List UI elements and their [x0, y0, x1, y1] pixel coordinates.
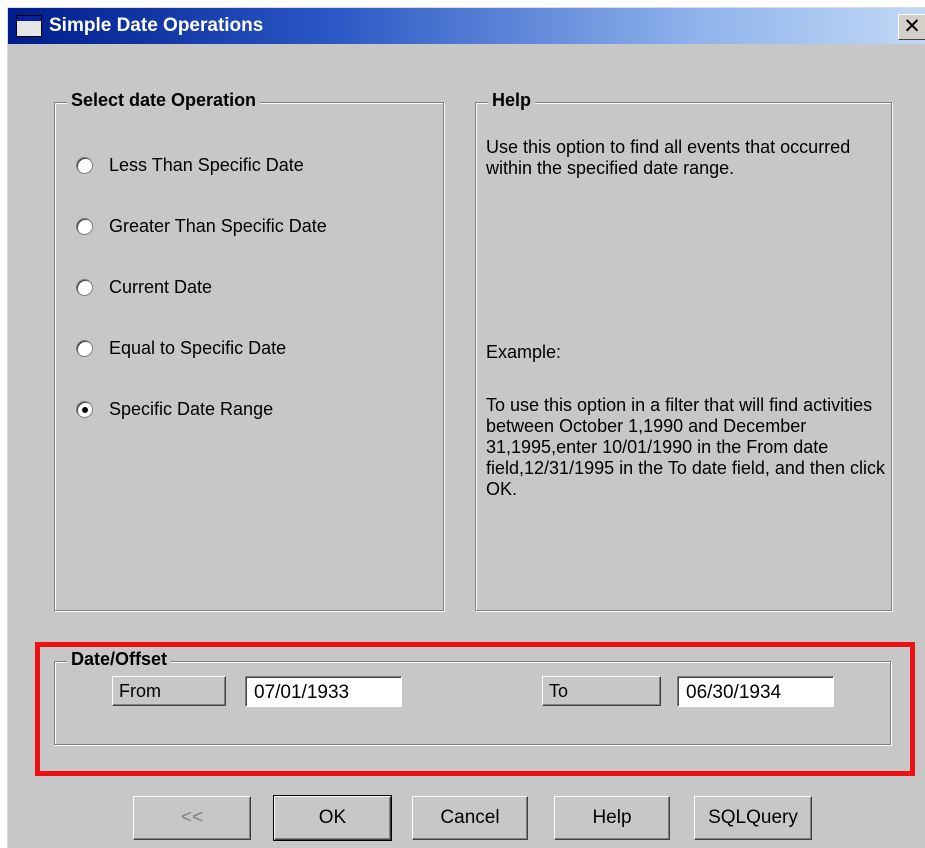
- option-date-range[interactable]: Specific Date Range: [76, 397, 273, 421]
- radio-current-date[interactable]: [76, 278, 93, 296]
- to-date-input[interactable]: 06/30/1934: [677, 676, 834, 707]
- title-bar[interactable]: Simple Date Operations ✕: [8, 8, 925, 44]
- option-current-date[interactable]: Current Date: [76, 275, 212, 299]
- radio-date-range[interactable]: [76, 400, 93, 418]
- sqlquery-button[interactable]: SQLQuery: [694, 796, 812, 840]
- dialog-window: Simple Date Operations ✕ Select date Ope…: [7, 7, 925, 848]
- radio-less-than[interactable]: [76, 156, 93, 174]
- option-label: Specific Date Range: [109, 398, 274, 419]
- back-button[interactable]: <<: [133, 796, 251, 840]
- ok-button[interactable]: OK: [273, 795, 392, 841]
- help-example-text: To use this option in a filter that will…: [486, 395, 885, 499]
- option-label: Greater Than Specific Date: [109, 215, 327, 236]
- radio-greater-than[interactable]: [76, 217, 93, 235]
- help-example-heading: Example:: [486, 342, 562, 362]
- operation-groupbox: Select date Operation Less Than Specific…: [54, 90, 444, 611]
- option-less-than[interactable]: Less Than Specific Date: [76, 153, 304, 177]
- close-icon[interactable]: ✕: [898, 14, 925, 40]
- operation-legend: Select date Operation: [67, 90, 261, 111]
- from-button[interactable]: From: [112, 676, 226, 706]
- option-equal-to[interactable]: Equal to Specific Date: [76, 336, 286, 360]
- option-label: Current Date: [109, 276, 213, 297]
- option-label: Less Than Specific Date: [109, 154, 304, 175]
- help-legend: Help: [488, 90, 536, 111]
- radio-equal-to[interactable]: [76, 339, 93, 357]
- option-greater-than[interactable]: Greater Than Specific Date: [76, 214, 327, 238]
- window-title: Simple Date Operations: [49, 15, 264, 36]
- cancel-button[interactable]: Cancel: [412, 796, 528, 840]
- date-offset-legend: Date/Offset: [67, 649, 172, 670]
- to-button[interactable]: To: [542, 676, 661, 706]
- help-description: Use this option to find all events that …: [486, 137, 851, 178]
- help-button[interactable]: Help: [554, 796, 670, 840]
- option-label: Equal to Specific Date: [109, 337, 287, 358]
- date-offset-groupbox: Date/Offset From 07/01/1933 To 06/30/193…: [54, 649, 891, 745]
- help-groupbox: Help Use this option to find all events …: [475, 90, 892, 611]
- window-icon: [16, 15, 42, 37]
- from-date-input[interactable]: 07/01/1933: [245, 676, 402, 707]
